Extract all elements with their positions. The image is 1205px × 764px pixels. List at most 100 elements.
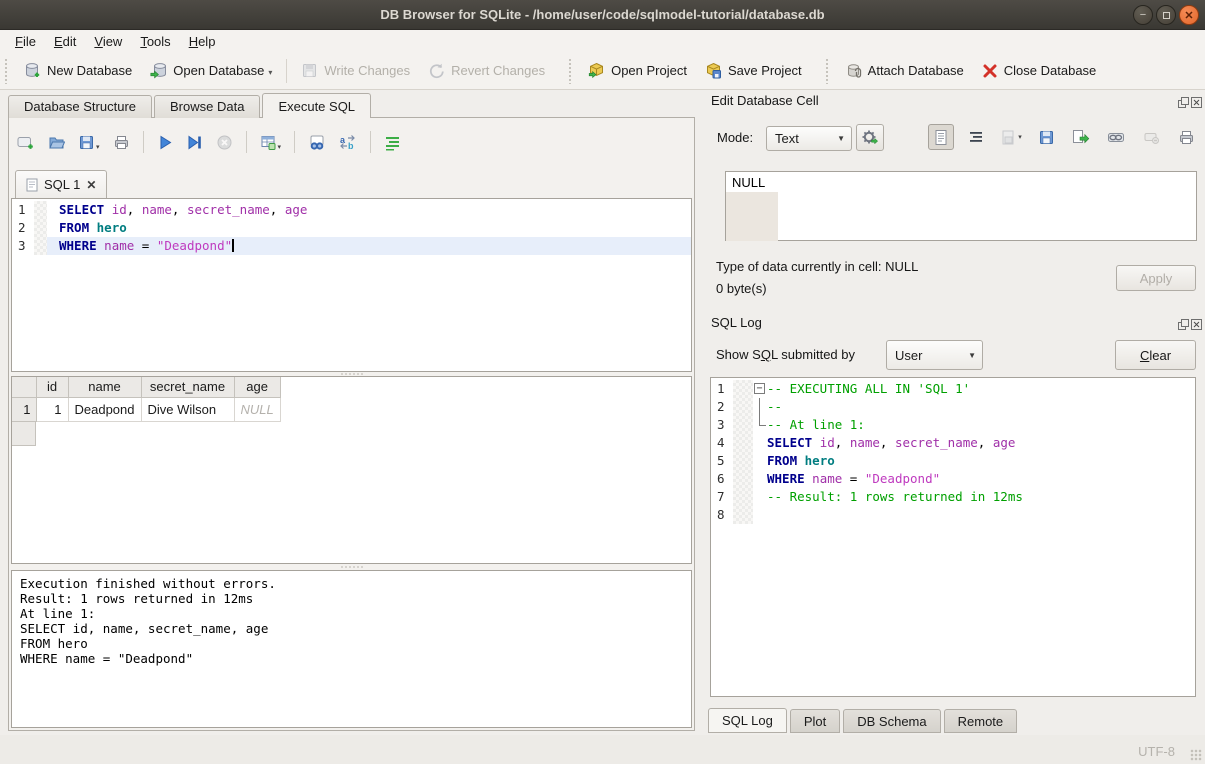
sql-log-dock-title: SQL Log <box>711 315 762 330</box>
fold-collapse-icon[interactable]: − <box>754 383 765 394</box>
print-icon <box>1178 129 1195 146</box>
new-database-button[interactable]: New Database <box>15 57 141 84</box>
export-cell-data-button[interactable] <box>1033 124 1059 150</box>
toolbar-drag-handle[interactable] <box>568 58 573 84</box>
cell-id[interactable]: 1 <box>36 397 68 421</box>
close-button[interactable]: ✕ <box>1179 5 1199 25</box>
menu-edit[interactable]: Edit <box>45 32 85 51</box>
sql-file-tab[interactable]: SQL 1 ✕ <box>15 170 107 198</box>
copy-link-button[interactable] <box>1103 124 1129 150</box>
cell-name[interactable]: Deadpond <box>68 397 141 421</box>
print-sql-button[interactable] <box>113 134 130 151</box>
menu-help[interactable]: Help <box>180 32 225 51</box>
save-sql-file-button[interactable]: ▾ <box>78 134 100 151</box>
results-header-row: id name secret_name age <box>12 377 280 397</box>
cell-secret-name[interactable]: Dive Wilson <box>141 397 234 421</box>
text-mode-button[interactable] <box>928 124 954 150</box>
dock-tab-sql-log[interactable]: SQL Log <box>708 708 787 733</box>
sql-log-filter-label: Show SQL submitted by <box>716 347 855 362</box>
results-corner[interactable] <box>12 377 36 397</box>
results-col-id[interactable]: id <box>36 377 68 397</box>
edit-cell-float-button[interactable] <box>1178 96 1190 108</box>
statusbar: UTF-8 <box>0 735 1205 764</box>
save-project-button[interactable]: Save Project <box>696 57 811 84</box>
text-document-icon <box>933 129 949 146</box>
tab-execute-sql[interactable]: Execute SQL <box>262 93 371 118</box>
table-row: 1 1 Deadpond Dive Wilson NULL <box>12 397 280 421</box>
dock-tab-remote[interactable]: Remote <box>944 709 1018 733</box>
save-project-icon <box>705 62 722 79</box>
attach-database-button[interactable]: Attach Database <box>836 57 973 84</box>
close-database-button[interactable]: Close Database <box>973 58 1106 84</box>
results-col-secret-name[interactable]: secret_name <box>141 377 234 397</box>
dock-tab-db-schema[interactable]: DB Schema <box>843 709 940 733</box>
save-results-button[interactable]: ▾ <box>260 134 282 151</box>
maximize-icon <box>1163 12 1170 19</box>
close-database-icon <box>982 63 998 79</box>
toolbar-separator <box>246 131 247 153</box>
cell-editor-margin <box>726 192 778 241</box>
splitter-handle-dots <box>340 566 364 568</box>
sql-log-float-button[interactable] <box>1178 318 1190 330</box>
svg-text:b: b <box>348 141 354 151</box>
cell-editor-toolbar: ▾ <box>928 124 1199 150</box>
chevron-down-icon: ▼ <box>968 351 976 360</box>
find-button[interactable] <box>308 134 326 151</box>
gear-icon <box>861 129 879 147</box>
menu-view[interactable]: View <box>85 32 131 51</box>
resize-grip[interactable] <box>1190 749 1202 761</box>
sql-log-filter-select[interactable]: User ▼ <box>886 340 983 370</box>
cell-age[interactable]: NULL <box>234 397 280 421</box>
cell-value-editor[interactable]: NULL <box>725 171 1197 241</box>
row-header[interactable]: 1 <box>12 397 36 421</box>
open-sql-file-button[interactable] <box>48 134 65 151</box>
format-sql-button[interactable] <box>384 134 401 151</box>
edit-cell-dock-title: Edit Database Cell <box>711 93 819 108</box>
execute-current-line-button[interactable] <box>186 134 203 151</box>
clear-log-button[interactable]: Clear <box>1115 340 1196 370</box>
mode-select[interactable]: Text ▼ <box>766 126 852 151</box>
maximize-button[interactable] <box>1156 5 1176 25</box>
format-sql-icon <box>384 134 401 151</box>
sql-log-filter-value: User <box>895 348 922 363</box>
auto-mode-button[interactable] <box>856 124 884 151</box>
row-header-gutter <box>12 422 36 446</box>
new-sql-tab-button[interactable] <box>17 134 35 151</box>
menu-tools[interactable]: Tools <box>131 32 179 51</box>
open-database-button[interactable]: Open Database ▾ <box>141 57 281 84</box>
sql-tab-close-icon[interactable]: ✕ <box>86 178 96 192</box>
execute-current-line-icon <box>186 134 203 151</box>
save-results-dropdown-icon[interactable]: ▾ <box>278 143 282 151</box>
sql-log-close-button[interactable] <box>1191 318 1203 330</box>
toolbar-drag-handle[interactable] <box>4 58 9 84</box>
revert-changes-button: Revert Changes <box>419 57 554 84</box>
open-in-external-button[interactable] <box>1068 124 1094 150</box>
code-line: 7-- Result: 1 rows returned in 12ms <box>711 488 1195 506</box>
replace-button[interactable]: ab <box>339 134 357 151</box>
open-project-button[interactable]: Open Project <box>579 57 696 84</box>
minimize-button[interactable]: − <box>1133 5 1153 25</box>
tab-browse-data[interactable]: Browse Data <box>154 95 260 118</box>
dock-tab-plot[interactable]: Plot <box>790 709 840 733</box>
results-message-splitter[interactable] <box>11 565 692 569</box>
save-results-icon <box>260 134 277 151</box>
save-sql-dropdown-icon[interactable]: ▾ <box>96 143 100 151</box>
results-col-age[interactable]: age <box>234 377 280 397</box>
export-icon <box>1072 129 1090 145</box>
sql-editor[interactable]: 1SELECT id, name, secret_name, age2FROM … <box>11 198 692 372</box>
tab-database-structure[interactable]: Database Structure <box>8 95 152 118</box>
code-line: 2FROM hero <box>12 219 691 237</box>
open-database-dropdown-icon[interactable]: ▾ <box>268 68 272 79</box>
execute-all-button[interactable] <box>157 134 173 151</box>
results-col-name[interactable]: name <box>68 377 141 397</box>
toolbar-drag-handle[interactable] <box>825 58 830 84</box>
menu-file[interactable]: File <box>6 32 45 51</box>
edit-cell-close-button[interactable] <box>1191 96 1203 108</box>
revert-changes-icon <box>428 62 445 79</box>
code-line: 3-- At line 1: <box>711 416 1195 434</box>
close-database-label: Close Database <box>1004 63 1097 78</box>
print-cell-button[interactable] <box>1173 124 1199 150</box>
encoding-indicator[interactable]: UTF-8 <box>1138 744 1175 759</box>
word-wrap-button[interactable] <box>963 124 989 150</box>
toolbar-separator <box>286 59 287 83</box>
